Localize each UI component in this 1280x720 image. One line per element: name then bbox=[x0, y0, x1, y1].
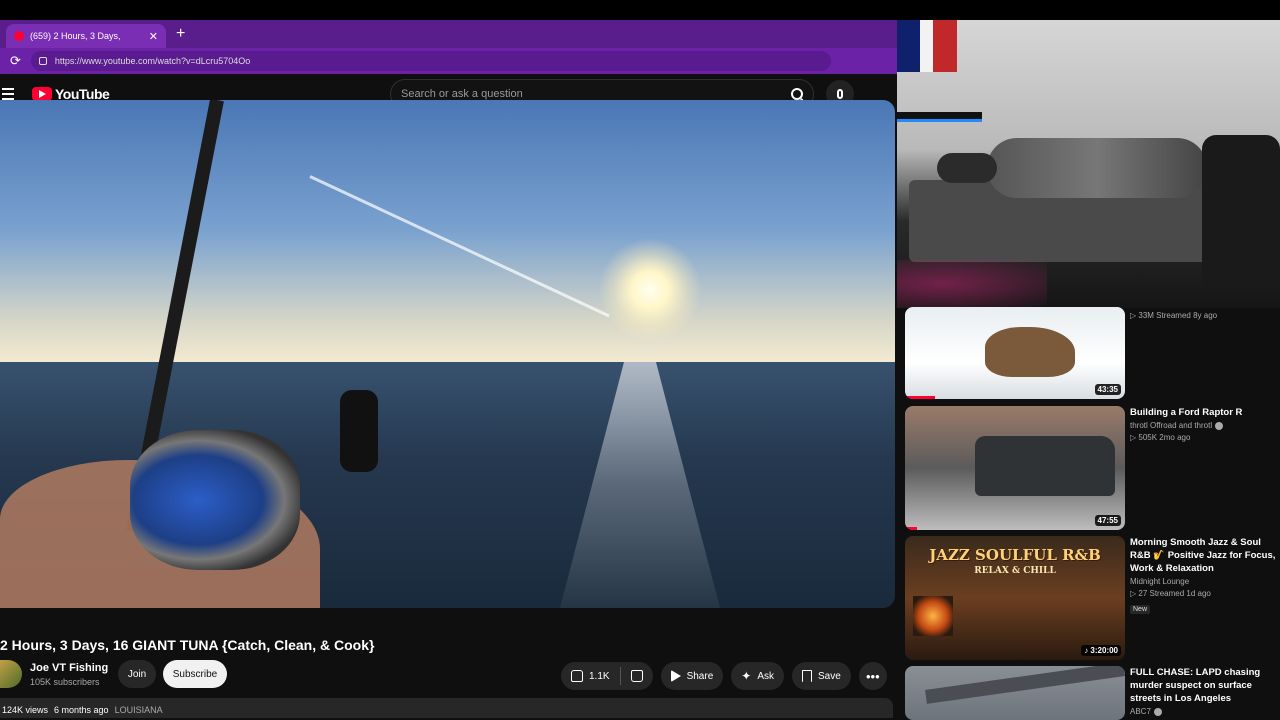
share-button[interactable]: Share bbox=[660, 662, 724, 690]
video-title: 2 Hours, 3 Days, 16 GIANT TUNA {Catch, C… bbox=[0, 637, 375, 653]
truck-image bbox=[975, 436, 1115, 496]
search-placeholder: Search or ask a question bbox=[401, 88, 523, 100]
recommendation-item[interactable]: JAZZ SOULFUL R&B RELAX & CHILL ♪ 3:20:00… bbox=[905, 536, 1277, 660]
dislike-button[interactable] bbox=[621, 662, 653, 690]
tab-bar: (659) 2 Hours, 3 Days, 16 GIANT ✕ + bbox=[0, 20, 897, 48]
recommendations-sidebar: 43:35 ▷ 33M Streamed 8y ago 47:55 Buildi… bbox=[897, 307, 1280, 720]
channel-avatar[interactable] bbox=[0, 660, 22, 688]
microphone-icon bbox=[837, 89, 843, 99]
reload-icon[interactable]: ⟳ bbox=[10, 53, 21, 69]
video-sun bbox=[598, 238, 702, 342]
menu-icon[interactable] bbox=[2, 88, 14, 100]
video-info: ▷ 33M Streamed 8y ago bbox=[1130, 308, 1280, 320]
fireplace-image bbox=[913, 596, 953, 636]
save-label: Save bbox=[818, 670, 841, 682]
new-badge: New bbox=[1130, 605, 1151, 614]
youtube-favicon-icon bbox=[14, 31, 24, 41]
like-button[interactable]: 1.1K bbox=[561, 662, 620, 690]
bookmark-icon bbox=[802, 670, 812, 682]
share-label: Share bbox=[686, 670, 714, 682]
channel-label: ABC7 bbox=[1130, 707, 1151, 716]
channel-name[interactable]: ABC7 bbox=[1130, 707, 1280, 716]
webcam-overlay bbox=[897, 20, 1280, 308]
wall-flag bbox=[897, 20, 957, 72]
tab-close-icon[interactable]: ✕ bbox=[149, 30, 158, 43]
subscriber-count: 105K subscribers bbox=[30, 677, 100, 687]
channel-name[interactable]: Midnight Lounge bbox=[1130, 577, 1280, 586]
like-count: 1.1K bbox=[589, 670, 610, 682]
aerial-street-image bbox=[924, 666, 1125, 704]
blanket bbox=[987, 138, 1207, 198]
join-button[interactable]: Join bbox=[118, 660, 156, 688]
ask-button[interactable]: ✦ Ask bbox=[731, 662, 784, 690]
subscribe-button[interactable]: Subscribe bbox=[163, 660, 227, 688]
video-info: Morning Smooth Jazz & Soul R&B 🎷 Positiv… bbox=[1130, 536, 1280, 616]
thumbnail-title: JAZZ SOULFUL R&B bbox=[929, 546, 1101, 564]
video-stats: ▷ 33M Streamed 8y ago bbox=[1130, 311, 1218, 320]
like-dislike-group: 1.1K bbox=[561, 662, 653, 690]
watch-progress-bar bbox=[905, 396, 935, 399]
url-text: https://www.youtube.com/watch?v=dLcru570… bbox=[54, 56, 251, 66]
video-info: FULL CHASE: LAPD chasing murder suspect … bbox=[1130, 666, 1280, 716]
recommendation-item[interactable]: FULL CHASE: LAPD chasing murder suspect … bbox=[905, 666, 1277, 720]
video-sky bbox=[0, 100, 895, 362]
video-info: Building a Ford Raptor R throtl Offroad … bbox=[1130, 406, 1280, 442]
video-thumbnail[interactable] bbox=[905, 666, 1125, 720]
duration-badge: 43:35 bbox=[1094, 384, 1121, 395]
sparkle-icon: ✦ bbox=[741, 669, 752, 683]
video-stats: ▷ 27 Streamed 1d ago bbox=[1130, 589, 1211, 598]
watch-progress-bar bbox=[905, 527, 917, 530]
video-thumbnail[interactable]: 47:55 bbox=[905, 406, 1125, 530]
upload-age: 6 months ago bbox=[54, 705, 109, 715]
verified-icon bbox=[1153, 707, 1162, 716]
duration-badge: ♪ 3:20:00 bbox=[1081, 645, 1121, 656]
led-glow bbox=[897, 260, 1047, 308]
recommendation-item[interactable]: 47:55 Building a Ford Raptor R throtl Of… bbox=[905, 406, 1277, 530]
share-icon bbox=[670, 670, 681, 682]
address-bar: ⟳ https://www.youtube.com/watch?v=dLcru5… bbox=[0, 48, 897, 74]
location-tag[interactable]: LOUISIANA bbox=[115, 705, 163, 718]
verified-icon bbox=[1215, 421, 1224, 430]
wall-shelf bbox=[897, 112, 982, 122]
video-reel bbox=[130, 430, 300, 570]
action-bar: 1.1K Share ✦ Ask Save ••• bbox=[561, 662, 887, 690]
more-actions-button[interactable]: ••• bbox=[858, 662, 887, 690]
search-icon bbox=[791, 88, 803, 100]
save-button[interactable]: Save bbox=[792, 662, 851, 690]
coyote-image bbox=[985, 327, 1075, 377]
video-thumbnail[interactable]: JAZZ SOULFUL R&B RELAX & CHILL ♪ 3:20:00 bbox=[905, 536, 1125, 660]
video-title[interactable]: Morning Smooth Jazz & Soul R&B 🎷 Positiv… bbox=[1130, 536, 1280, 575]
channel-label: throtl Offroad and throtl bbox=[1130, 421, 1213, 430]
new-tab-button[interactable]: + bbox=[176, 25, 185, 43]
channel-name[interactable]: Joe VT Fishing bbox=[30, 662, 108, 674]
tab-title: (659) 2 Hours, 3 Days, 16 GIANT bbox=[30, 31, 122, 41]
thumbnail-subtitle: RELAX & CHILL bbox=[974, 566, 1056, 576]
video-stats: ▷ 505K 2mo ago bbox=[1130, 433, 1191, 442]
duration-badge: 47:55 bbox=[1094, 515, 1121, 526]
youtube-play-icon bbox=[32, 87, 52, 101]
browser-tab[interactable]: (659) 2 Hours, 3 Days, 16 GIANT ✕ bbox=[6, 24, 166, 48]
video-player[interactable] bbox=[0, 100, 895, 608]
channel-name[interactable]: throtl Offroad and throtl bbox=[1130, 421, 1280, 430]
view-count: 124K views bbox=[2, 705, 49, 715]
recommendation-item[interactable]: 43:35 ▷ 33M Streamed 8y ago bbox=[905, 307, 1280, 400]
video-reel-handle bbox=[340, 390, 378, 472]
thumbs-down-icon bbox=[630, 670, 643, 682]
gaming-chair bbox=[1202, 135, 1280, 285]
url-field[interactable]: https://www.youtube.com/watch?v=dLcru570… bbox=[30, 51, 831, 71]
video-title[interactable]: FULL CHASE: LAPD chasing murder suspect … bbox=[1130, 666, 1280, 705]
description-box[interactable]: 124K views 6 months ago LOUISIANA bbox=[0, 698, 893, 718]
lock-icon bbox=[38, 57, 47, 65]
channel-row: Joe VT Fishing 105K subscribers Join Sub… bbox=[0, 660, 897, 690]
ask-label: Ask bbox=[757, 670, 774, 682]
video-title[interactable]: Building a Ford Raptor R bbox=[1130, 406, 1280, 419]
thumbs-up-icon bbox=[571, 670, 583, 682]
sleeping-person bbox=[937, 153, 997, 183]
video-thumbnail[interactable]: 43:35 bbox=[905, 307, 1125, 399]
screen: (659) 2 Hours, 3 Days, 16 GIANT ✕ + ⟳ ht… bbox=[0, 0, 1280, 720]
